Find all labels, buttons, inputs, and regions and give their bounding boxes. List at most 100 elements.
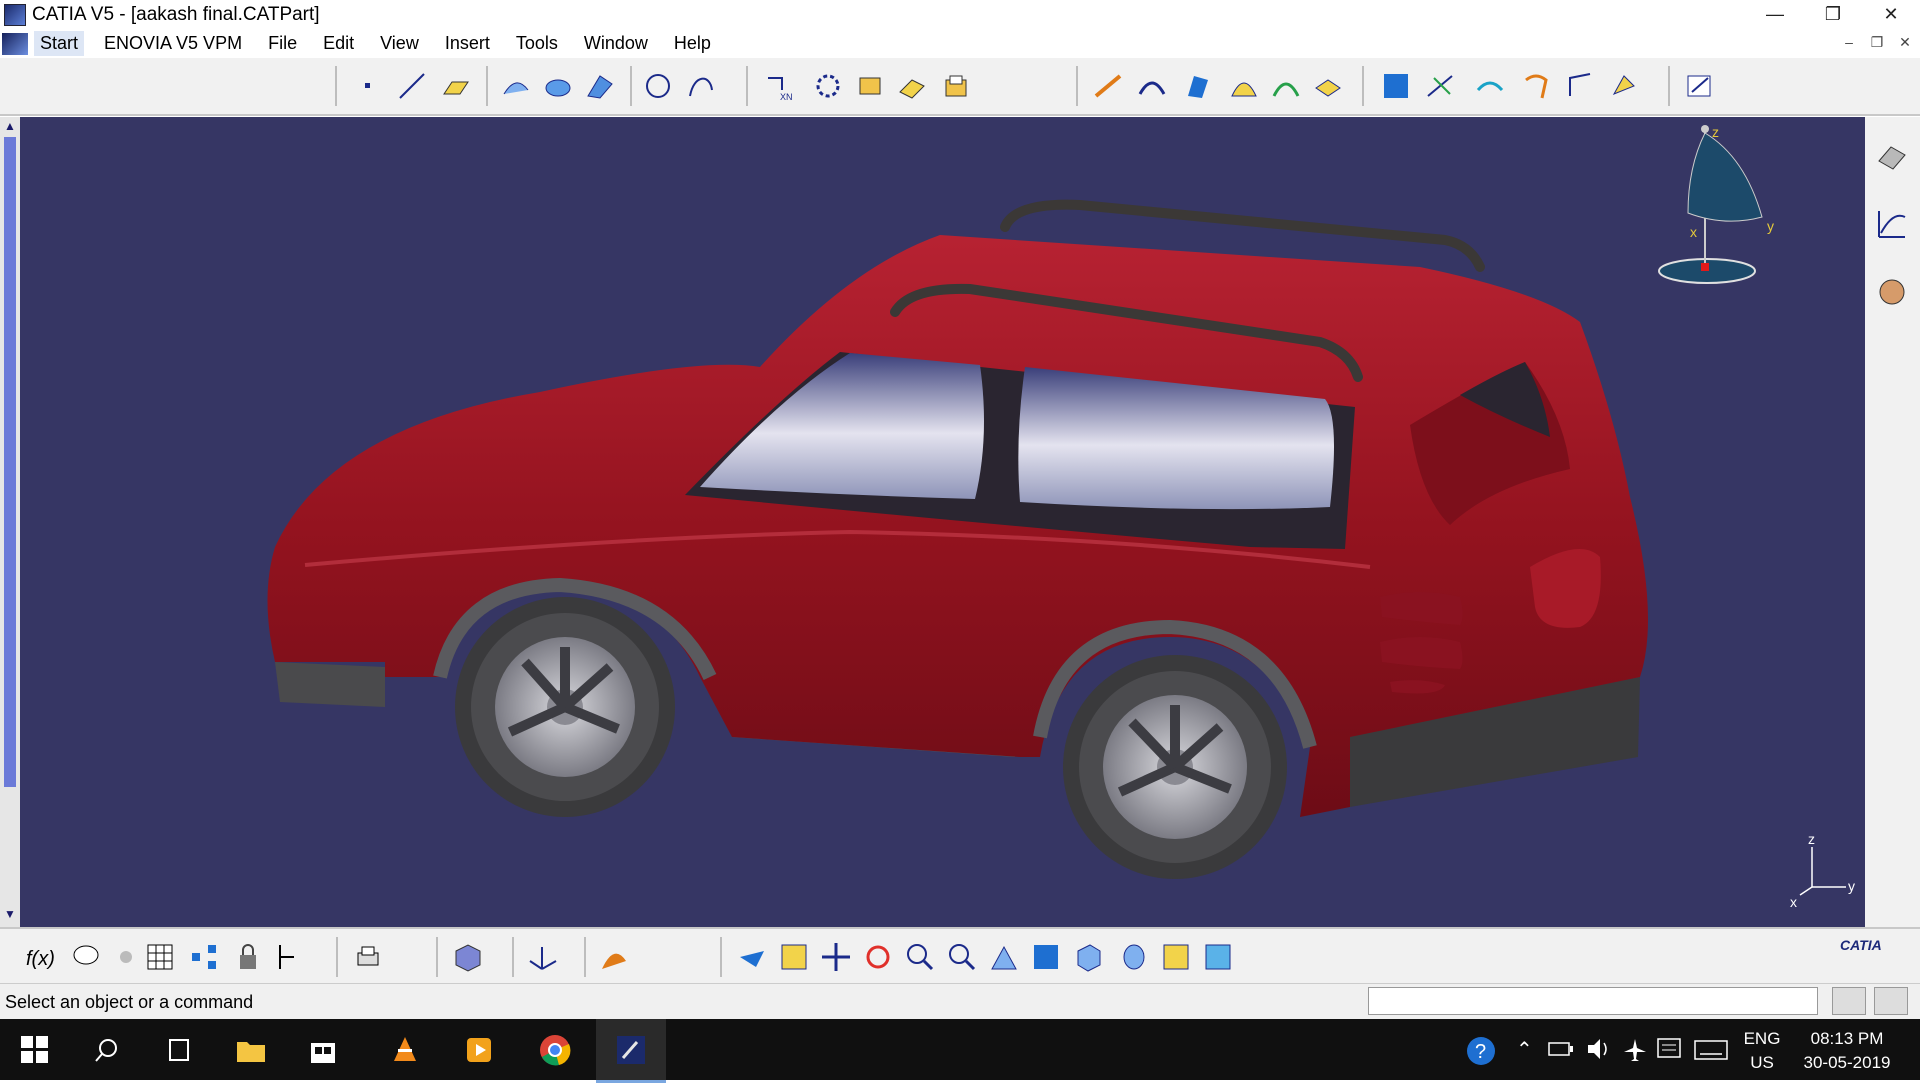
keyboard-icon[interactable]	[1694, 1039, 1728, 1061]
microsoft-store-button[interactable]	[288, 1019, 358, 1080]
revolve-surface-icon[interactable]	[542, 70, 574, 102]
fit-all-icon[interactable]	[778, 941, 810, 973]
apply-material-icon[interactable]	[1608, 70, 1640, 102]
offset-icon[interactable]	[1270, 70, 1302, 102]
language-region[interactable]: US	[1740, 1053, 1784, 1073]
action-center-icon[interactable]	[1656, 1037, 1682, 1061]
menu-edit[interactable]: Edit	[317, 31, 360, 56]
curve-analysis-icon[interactable]	[1424, 70, 1456, 102]
media-player-button[interactable]	[444, 1019, 514, 1080]
command-input[interactable]	[1368, 987, 1818, 1015]
trim-icon[interactable]	[896, 70, 928, 102]
rotate-icon[interactable]	[862, 941, 894, 973]
orientation-compass[interactable]: z y x	[1658, 124, 1774, 284]
menu-view[interactable]: View	[374, 31, 425, 56]
doc-close-button[interactable]: ✕	[1894, 31, 1916, 53]
airplane-mode-icon[interactable]	[1622, 1037, 1648, 1063]
analysis-icon[interactable]	[1380, 70, 1412, 102]
minimize-button[interactable]: —	[1746, 0, 1804, 29]
lock-icon[interactable]	[232, 941, 264, 973]
multi-view-icon[interactable]	[1030, 941, 1062, 973]
status-button-2[interactable]	[1874, 987, 1908, 1015]
menu-start[interactable]: Start	[34, 31, 85, 56]
normal-view-icon[interactable]	[988, 941, 1020, 973]
vertical-scrollbar[interactable]: ▲ ▼	[0, 117, 20, 927]
extrude-surface-icon[interactable]	[500, 70, 532, 102]
curvature-analysis-icon[interactable]	[1564, 70, 1596, 102]
menu-file[interactable]: File	[262, 31, 303, 56]
language-code[interactable]: ENG	[1740, 1029, 1784, 1049]
part-design-workbench-icon[interactable]	[1875, 139, 1909, 173]
file-explorer-button[interactable]	[216, 1019, 286, 1080]
scrollbar-thumb[interactable]	[4, 137, 16, 787]
blend-icon[interactable]	[1182, 70, 1214, 102]
formula-icon[interactable]: f(x)	[26, 941, 58, 973]
print-icon[interactable]	[352, 941, 384, 973]
render-workbench-icon[interactable]	[1875, 275, 1909, 309]
clock-time[interactable]: 08:13 PM	[1792, 1029, 1902, 1049]
toolbar-separator	[1076, 66, 1078, 106]
doc-minimize-button[interactable]: –	[1838, 31, 1860, 53]
zoom-in-icon[interactable]	[904, 941, 936, 973]
parameters-icon[interactable]	[274, 941, 306, 973]
connect-checker-icon[interactable]	[1474, 70, 1506, 102]
chrome-button[interactable]	[520, 1019, 590, 1080]
table-icon[interactable]	[144, 941, 176, 973]
doc-restore-button[interactable]: ❐	[1866, 31, 1888, 53]
3d-viewport[interactable]: z y x z y x	[20, 117, 1865, 927]
split-icon[interactable]	[854, 70, 886, 102]
vlc-button[interactable]	[370, 1019, 440, 1080]
iso-view-icon[interactable]	[1072, 941, 1104, 973]
point-icon[interactable]	[352, 70, 384, 102]
restore-button[interactable]: ❐	[1804, 0, 1862, 29]
help-icon[interactable]: ?	[1465, 1035, 1497, 1067]
catia-taskbar-button[interactable]	[596, 1019, 666, 1083]
tree-icon[interactable]	[188, 941, 220, 973]
sweep-surface-icon[interactable]	[584, 70, 616, 102]
scroll-up-arrow-icon[interactable]: ▲	[2, 119, 18, 137]
axis-system-icon[interactable]	[526, 941, 558, 973]
pan-icon[interactable]	[820, 941, 852, 973]
scroll-down-arrow-icon[interactable]: ▼	[2, 907, 18, 925]
boundary-icon[interactable]	[940, 70, 972, 102]
swap-visible-space-icon[interactable]	[1202, 941, 1234, 973]
volume-icon[interactable]	[1586, 1037, 1612, 1061]
fly-mode-icon[interactable]	[736, 941, 768, 973]
menu-window[interactable]: Window	[578, 31, 654, 56]
zoom-out-icon[interactable]	[946, 941, 978, 973]
extract-icon[interactable]	[1312, 70, 1344, 102]
chevron-up-icon[interactable]: ⌃	[1516, 1037, 1533, 1062]
task-view-button[interactable]	[144, 1019, 214, 1080]
menu-help[interactable]: Help	[668, 31, 717, 56]
spline-icon[interactable]	[686, 70, 718, 102]
status-button-1[interactable]	[1832, 987, 1866, 1015]
repetition-icon[interactable]: XN	[762, 70, 794, 102]
surface-icon[interactable]	[1228, 70, 1260, 102]
circle-icon[interactable]	[642, 70, 674, 102]
knowledge-icon[interactable]	[110, 941, 142, 973]
hide-show-icon[interactable]	[1160, 941, 1192, 973]
styling-fillet-icon[interactable]	[1136, 70, 1168, 102]
close-button[interactable]: ✕	[1862, 0, 1920, 29]
battery-icon[interactable]	[1548, 1041, 1574, 1057]
shading-icon[interactable]	[1118, 941, 1150, 973]
document-icon[interactable]	[2, 32, 28, 55]
menu-insert[interactable]: Insert	[439, 31, 496, 56]
plane-icon[interactable]	[440, 70, 472, 102]
join-icon[interactable]	[812, 70, 844, 102]
menu-enovia[interactable]: ENOVIA V5 VPM	[98, 31, 248, 56]
catia-app-icon[interactable]	[4, 3, 26, 26]
clock-date[interactable]: 30-05-2019	[1792, 1053, 1902, 1073]
fillet-icon[interactable]	[1092, 70, 1124, 102]
curve-workbench-icon[interactable]	[1875, 207, 1909, 241]
render-icon[interactable]	[598, 941, 630, 973]
car-model[interactable]: z y x z y x	[20, 117, 1865, 927]
menu-tools[interactable]: Tools	[510, 31, 564, 56]
sketcher-icon[interactable]	[1684, 70, 1716, 102]
draft-analysis-icon[interactable]	[1520, 70, 1552, 102]
line-icon[interactable]	[396, 70, 428, 102]
measure-icon[interactable]	[452, 941, 484, 973]
comment-icon[interactable]	[70, 941, 102, 973]
search-button[interactable]	[72, 1019, 142, 1080]
windows-start-button[interactable]	[0, 1019, 70, 1080]
